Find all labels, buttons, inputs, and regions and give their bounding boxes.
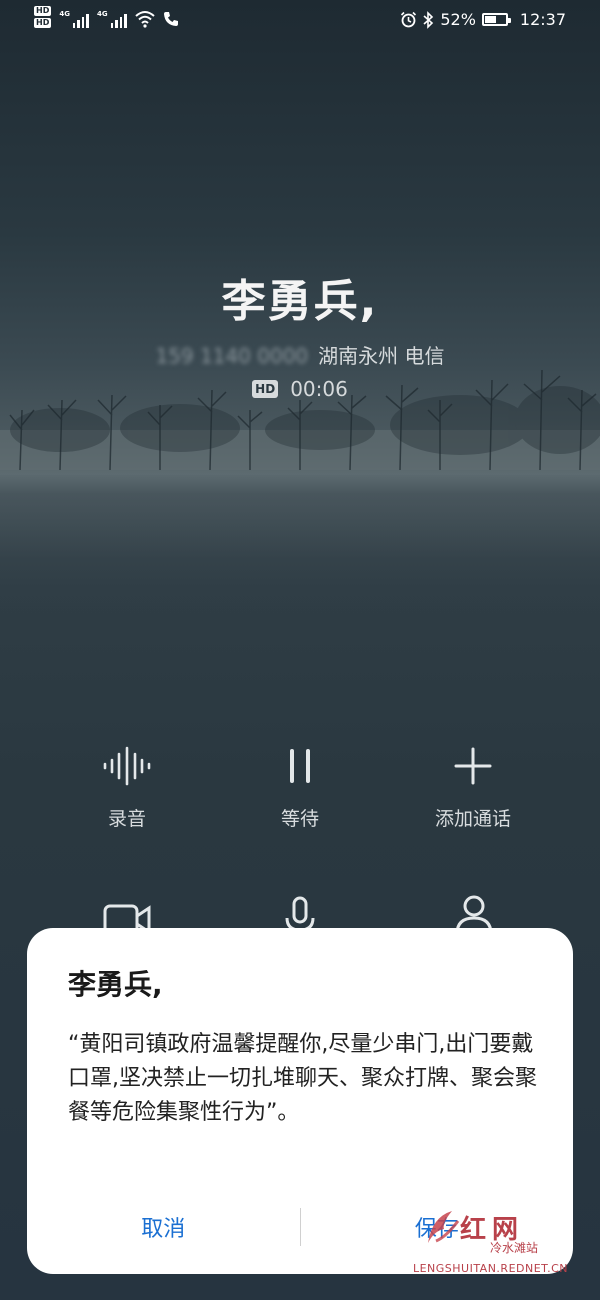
alarm-icon	[401, 11, 417, 28]
pause-icon	[290, 749, 310, 783]
lake-reflection	[0, 475, 600, 615]
phone-call-icon	[163, 12, 178, 26]
watermark-station: 冷水滩站	[490, 1241, 539, 1255]
dialog-title: 李勇兵,	[68, 968, 163, 1001]
call-duration: 00:06	[290, 377, 348, 401]
battery-icon	[481, 13, 511, 26]
call-duration-row: HD 00:06	[0, 377, 600, 401]
hd-call-badge: HD	[252, 380, 279, 398]
hold-label: 等待	[280, 808, 319, 830]
signal-icon-sim1: 4G	[59, 10, 89, 28]
dialog-message: “黄阳司镇政府温馨提醒你,尽量少串门,出门要戴口罩,坚决禁止一切扎堆聊天、聚众打…	[68, 1032, 537, 1125]
signal-icon-sim2: 4G	[97, 10, 127, 28]
record-button[interactable]: 录音	[47, 742, 207, 831]
watermark-url: LENGSHUITAN.REDNET.CN	[412, 1262, 568, 1275]
add-call-button[interactable]: 添加通话	[393, 742, 553, 831]
hold-button[interactable]: 等待	[220, 742, 380, 831]
add-call-label: 添加通话	[434, 808, 511, 830]
rednet-logo-icon	[428, 1211, 460, 1243]
cancel-button[interactable]: 取消	[27, 1211, 300, 1243]
caller-block: 李勇兵,	[0, 265, 600, 329]
caller-name: 李勇兵,	[221, 276, 379, 327]
clock-time: 12:37	[519, 10, 566, 29]
caller-details: 159 1140 0000 湖南永州 电信	[0, 340, 600, 369]
caller-number: 159 1140 0000	[155, 344, 309, 368]
hd-voice-indicator-1: HD	[34, 6, 52, 16]
battery-percent: 52%	[440, 10, 476, 29]
plus-icon	[454, 747, 492, 785]
record-label: 录音	[107, 808, 146, 830]
status-bar: HD HD 4G 4G 52% 12:37	[0, 0, 600, 42]
wifi-icon	[134, 11, 155, 28]
caller-location-carrier: 湖南永州 电信	[318, 344, 445, 368]
bluetooth-icon	[423, 10, 434, 29]
waveform-icon	[103, 746, 151, 786]
hd-voice-indicator-2: HD	[34, 18, 52, 28]
